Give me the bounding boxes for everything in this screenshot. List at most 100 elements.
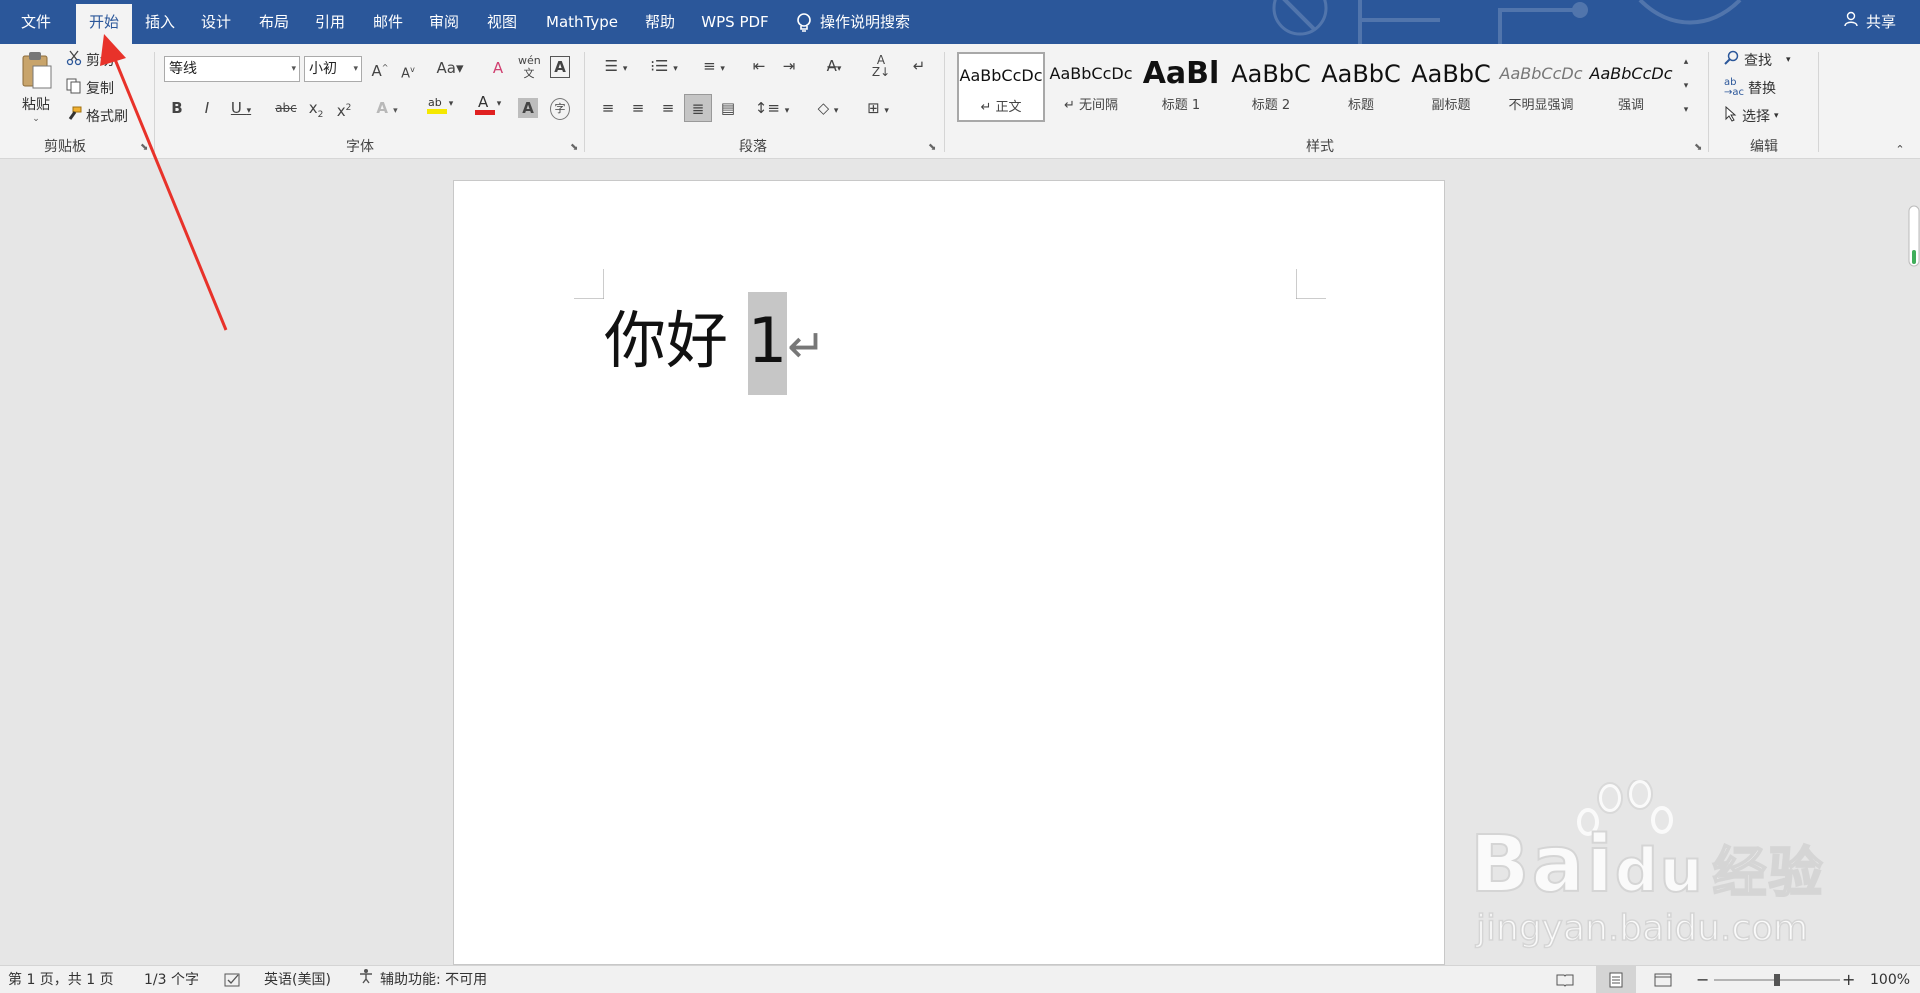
borders-icon[interactable]: ⊞ ▾ <box>858 98 898 121</box>
tab-references[interactable]: 引用 <box>302 0 358 44</box>
document-text: 你好 <box>604 304 748 377</box>
enclose-characters-icon[interactable]: 字 <box>550 98 570 120</box>
tab-file[interactable]: 文件 <box>8 0 64 44</box>
align-center-icon[interactable]: ≡ <box>628 98 648 118</box>
find-button[interactable]: 查找 ▾ <box>1724 50 1791 70</box>
copy-button[interactable]: 复制 <box>66 78 114 98</box>
text-effects-icon[interactable]: A ▾ <box>372 98 402 121</box>
align-left-icon[interactable]: ≡ <box>598 98 618 118</box>
style-heading-1[interactable]: AaBl 标题 1 <box>1137 52 1225 122</box>
paste-button[interactable]: 粘贴 ⌄ <box>14 50 58 124</box>
tab-wps-pdf[interactable]: WPS PDF <box>694 0 776 44</box>
word-count[interactable]: 1/3 个字 <box>144 966 199 993</box>
character-border-icon[interactable]: A <box>550 56 570 78</box>
chinese-layout-icon[interactable]: A̶▾ <box>816 56 852 79</box>
shrink-font-icon[interactable]: Av <box>398 60 418 84</box>
distributed-icon[interactable]: ▤ <box>718 98 738 118</box>
tab-home[interactable]: 开始 <box>76 4 132 44</box>
proofing-icon[interactable] <box>224 966 242 993</box>
document-page[interactable]: 你好 1↵ <box>453 180 1445 965</box>
bullets-icon[interactable]: ☰ ▾ <box>596 56 636 79</box>
align-right-icon[interactable]: ≡ <box>658 98 678 118</box>
clipboard-launcher-icon[interactable]: ⬊ <box>140 142 148 153</box>
zoom-slider[interactable] <box>1712 966 1842 993</box>
increase-indent-icon[interactable]: ⇥ <box>778 56 800 76</box>
style-normal[interactable]: AaBbCcDc ↵ 正文 <box>957 52 1045 122</box>
highlight-color-icon[interactable]: ab ▾ <box>418 94 460 121</box>
page-count[interactable]: 第 1 页，共 1 页 <box>8 966 114 993</box>
tab-help[interactable]: 帮助 <box>632 0 688 44</box>
change-case-icon[interactable]: Aa▾ <box>432 58 468 78</box>
superscript-icon[interactable]: x2 <box>334 98 354 121</box>
shading-icon[interactable]: ◇ ▾ <box>808 98 848 121</box>
find-label: 查找 <box>1744 53 1772 69</box>
tab-mailings[interactable]: 邮件 <box>360 0 416 44</box>
style-emphasis[interactable]: AaBbCcDc 强调 <box>1587 52 1675 122</box>
justify-icon[interactable]: ≣ <box>684 94 712 122</box>
bold-icon[interactable]: B <box>168 98 186 118</box>
style-sample: AaBl <box>1142 56 1220 91</box>
format-painter-label: 格式刷 <box>86 109 128 125</box>
clear-formatting-icon[interactable]: A <box>488 58 508 78</box>
styles-launcher-icon[interactable]: ⬊ <box>1694 142 1702 153</box>
web-layout-icon[interactable] <box>1654 966 1672 993</box>
paragraph-launcher-icon[interactable]: ⬊ <box>928 142 936 153</box>
style-no-spacing[interactable]: AaBbCcDc ↵ 无间隔 <box>1047 52 1135 122</box>
chevron-down-icon: ▾ <box>353 64 358 74</box>
document-body-text[interactable]: 你好 1↵ <box>604 292 826 395</box>
tell-me-label: 操作说明搜索 <box>820 13 911 31</box>
scissors-icon <box>66 50 82 70</box>
accessibility-label: 辅助功能: 不可用 <box>380 972 488 988</box>
multilevel-list-icon[interactable]: ≡ ▾ <box>694 56 734 79</box>
share-button[interactable]: 共享 <box>1844 0 1896 44</box>
print-layout-icon[interactable] <box>1596 966 1636 993</box>
collapse-ribbon-icon[interactable]: ⌃ <box>1892 140 1908 160</box>
grow-font-icon[interactable]: A^ <box>370 58 390 81</box>
font-launcher-icon[interactable]: ⬊ <box>570 142 578 153</box>
tab-view[interactable]: 视图 <box>474 0 530 44</box>
style-name: 标题 1 <box>1161 98 1201 113</box>
styles-group-label: 样式 <box>1306 139 1334 155</box>
style-title[interactable]: AaBbC 标题 <box>1317 52 1405 122</box>
font-color-icon[interactable]: A ▾ <box>466 93 508 121</box>
styles-scroll-up-icon[interactable]: ▴ <box>1678 52 1694 72</box>
sort-icon[interactable]: A Z↓ <box>870 54 892 78</box>
replace-button[interactable]: ab →ac 替换 <box>1724 78 1776 98</box>
tab-mathtype[interactable]: MathType <box>536 0 628 44</box>
tab-insert[interactable]: 插入 <box>132 0 188 44</box>
style-subtitle[interactable]: AaBbC 副标题 <box>1407 52 1495 122</box>
watermark-url: jingyan.baidu.com <box>1475 907 1809 950</box>
read-mode-icon[interactable] <box>1556 966 1574 993</box>
numbering-icon[interactable]: ⁝☰ ▾ <box>644 56 684 79</box>
subscript-icon[interactable]: x2 <box>306 98 326 125</box>
decrease-indent-icon[interactable]: ⇤ <box>748 56 770 76</box>
zoom-in-button[interactable]: + <box>1842 966 1855 993</box>
character-shading-icon[interactable]: A <box>518 98 538 118</box>
line-spacing-icon[interactable]: ↕≡ ▾ <box>752 98 792 121</box>
format-painter-button[interactable]: 格式刷 <box>66 106 128 126</box>
italic-icon[interactable]: I <box>198 98 216 118</box>
phonetic-guide-icon[interactable]: wén 文 <box>518 54 541 80</box>
zoom-out-button[interactable]: − <box>1696 966 1709 993</box>
status-bar: 第 1 页，共 1 页 1/3 个字 英语(美国) 辅助功能: 不可用 − + … <box>0 965 1920 993</box>
cut-button[interactable]: 剪切 <box>66 50 114 70</box>
font-size-combo[interactable]: 小初 ▾ <box>304 56 362 82</box>
tell-me-search[interactable]: 操作说明搜索 <box>796 0 946 44</box>
tab-design[interactable]: 设计 <box>188 0 244 44</box>
style-heading-2[interactable]: AaBbC 标题 2 <box>1227 52 1315 122</box>
tab-review[interactable]: 审阅 <box>416 0 472 44</box>
underline-icon[interactable]: U ▾ <box>228 98 254 121</box>
tab-layout[interactable]: 布局 <box>246 0 302 44</box>
zoom-level[interactable]: 100% <box>1870 966 1910 993</box>
accessibility-status[interactable]: 辅助功能: 不可用 <box>358 966 487 993</box>
strikethrough-icon[interactable]: abc <box>274 98 298 118</box>
vertical-scrollbar[interactable] <box>1908 200 1920 272</box>
show-marks-icon[interactable]: ↵ <box>908 56 930 76</box>
font-name-combo[interactable]: 等线 ▾ <box>164 56 300 82</box>
group-divider <box>944 52 945 152</box>
style-subtle-emphasis[interactable]: AaBbCcDc 不明显强调 <box>1497 52 1585 122</box>
language-indicator[interactable]: 英语(美国) <box>264 966 331 993</box>
styles-scroll-down-icon[interactable]: ▾ <box>1678 76 1694 96</box>
styles-more-icon[interactable]: ▾ <box>1678 100 1694 120</box>
select-button[interactable]: 选择 ▾ <box>1724 105 1779 126</box>
